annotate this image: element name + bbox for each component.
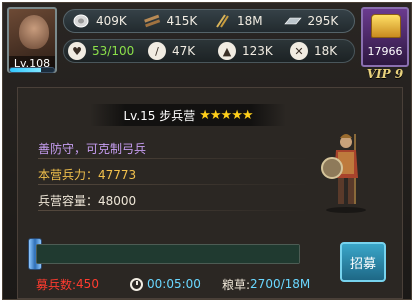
star-rating-icon: ★★★★★ — [199, 107, 253, 123]
resource-iron-value: 295K — [307, 14, 339, 28]
battle-value: 18K — [314, 44, 338, 58]
divider — [38, 210, 308, 211]
resource-silver[interactable]: 409K — [72, 10, 143, 32]
battle-stat[interactable]: ✕ 18K — [290, 42, 350, 60]
recruit-time: 00:05:00 — [130, 277, 222, 291]
resource-silver-value: 409K — [96, 14, 127, 28]
attack-stat[interactable]: / 47K — [148, 42, 218, 60]
recruit-info: 募兵数: 450 00:05:00 粮草: 2700/18M — [36, 276, 332, 292]
recruit-progress-fill — [37, 245, 299, 263]
heart-icon: ♥ — [68, 42, 86, 60]
hero-portrait-icon — [19, 15, 49, 49]
recruit-grain-value: 2700/18M — [250, 277, 311, 291]
wheat-icon — [213, 14, 231, 28]
resource-iron[interactable]: 295K — [283, 10, 355, 32]
camp-capacity-value: 48000 — [98, 194, 137, 208]
recruit-time-value: 00:05:00 — [147, 277, 201, 291]
recruit-count-value: 450 — [76, 277, 99, 291]
stamina-value: 53/100 — [92, 44, 135, 58]
defense-stat[interactable]: ▲ 123K — [218, 42, 290, 60]
divider — [38, 184, 308, 185]
defense-value: 123K — [242, 44, 273, 58]
camp-strength-value: 47773 — [98, 168, 137, 182]
camp-strength-label: 本营兵力： — [38, 168, 99, 182]
experience-bar-fill — [10, 68, 41, 72]
recruit-count-label: 募兵数: — [36, 277, 77, 292]
recruit-button[interactable]: 招募 — [340, 242, 386, 282]
iron-icon — [283, 14, 302, 28]
stat-bar: ♥ 53/100 / 47K ▲ 123K ✕ 18K — [63, 39, 355, 63]
player-avatar[interactable]: Lv.108 — [7, 7, 57, 73]
game-frame: Lv.108 409K 415K 18M 295K ♥ 53/100 / 47K… — [2, 2, 412, 300]
stamina-stat[interactable]: ♥ 53/100 — [68, 42, 148, 60]
coin-icon — [72, 14, 90, 28]
unit-description: 善防守，可克制弓兵 — [38, 142, 147, 156]
experience-bar — [9, 67, 55, 73]
barracks-title-bar: Lv.15 步兵营 ★★★★★ — [90, 104, 286, 126]
recruit-grain-label: 粮草: — [222, 277, 251, 292]
camp-strength: 本营兵力：47773 — [38, 166, 136, 183]
attack-value: 47K — [172, 44, 196, 58]
resource-wood-value: 415K — [166, 14, 198, 28]
camp-capacity-label: 兵营容量： — [38, 194, 99, 208]
recruit-progress-bar[interactable] — [36, 244, 300, 264]
resource-grain-value: 18M — [237, 14, 263, 28]
clock-icon — [130, 277, 143, 291]
resource-grain[interactable]: 18M — [213, 10, 284, 32]
recruit-count: 募兵数: 450 — [36, 276, 130, 293]
camp-capacity: 兵营容量：48000 — [38, 192, 136, 209]
infantry-soldier-icon — [321, 134, 366, 213]
treasure-chest-icon — [371, 14, 401, 38]
resource-wood[interactable]: 415K — [143, 10, 214, 32]
sword-icon: / — [148, 42, 166, 60]
recruit-grain: 粮草: 2700/18M — [222, 276, 310, 293]
gold-amount: 17966 — [367, 45, 403, 58]
resource-bar: 409K 415K 18M 295K — [63, 9, 355, 33]
wood-icon — [143, 14, 161, 28]
divider — [38, 158, 308, 159]
crossed-swords-icon: ✕ — [290, 42, 308, 60]
helmet-icon: ▲ — [218, 42, 236, 60]
barracks-title: Lv.15 步兵营 — [123, 108, 196, 123]
gold-shop-button[interactable]: 17966 — [361, 7, 409, 67]
barracks-panel: Lv.15 步兵营 ★★★★★ 善防守，可克制弓兵 本营兵力：47773 兵营容… — [17, 87, 403, 299]
vip-badge[interactable]: VIP 9 — [361, 67, 409, 81]
